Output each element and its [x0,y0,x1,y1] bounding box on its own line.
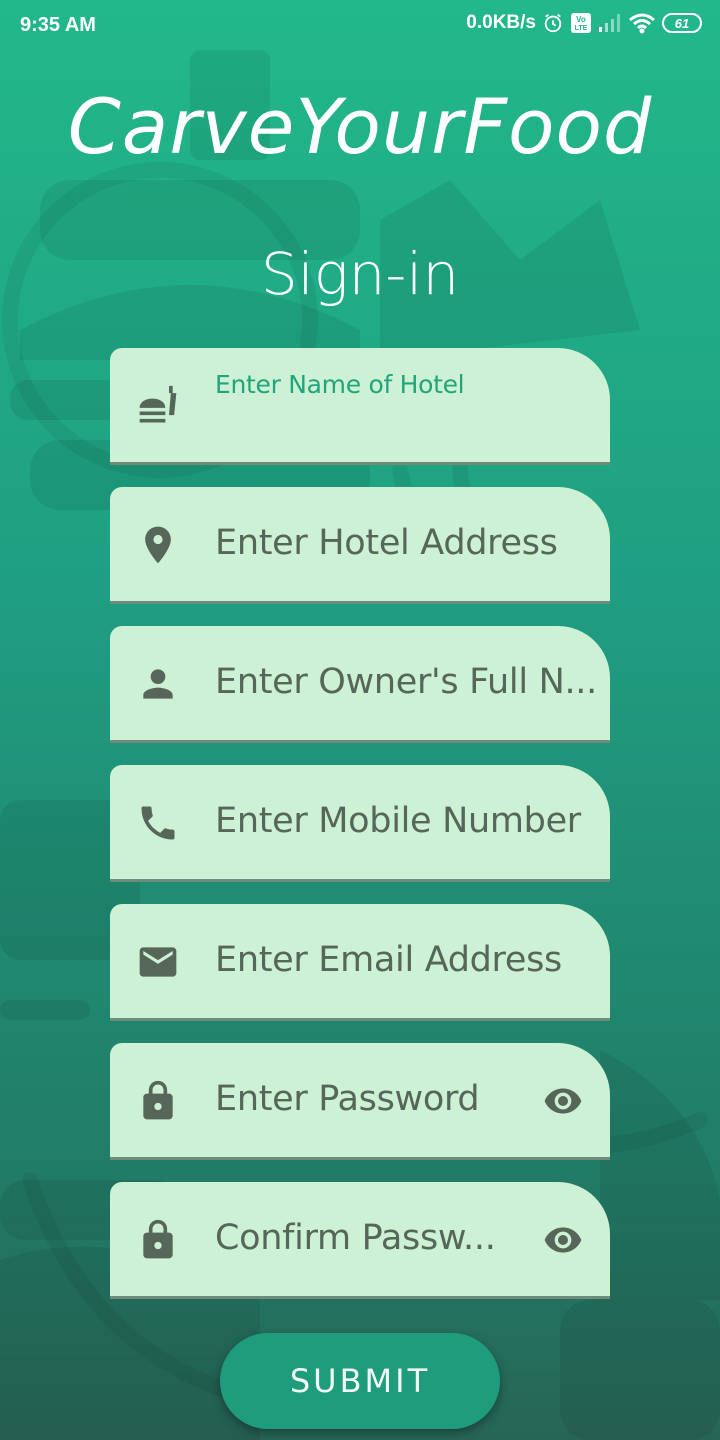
alarm-icon [542,12,564,34]
hotel-address-field[interactable]: Enter Hotel Address [110,487,610,604]
battery-icon: 61 [662,13,702,33]
network-speed: 0.0KB/s [466,12,536,33]
email-field[interactable]: Enter Email Address [110,904,610,1021]
hotel-name-field[interactable]: Enter Name of Hotel [110,348,610,465]
volte-icon: Vo LTE [570,12,592,34]
hotel-address-placeholder: Enter Hotel Address [215,523,558,563]
owner-name-placeholder: Enter Owner's Full N... [215,662,597,702]
phone-icon [141,806,175,840]
email-icon [139,947,177,977]
submit-button[interactable]: SUBMIT [220,1333,500,1429]
app-title: CarveYourFood [67,82,653,171]
svg-text:Vo: Vo [576,15,586,24]
lock-icon [143,1219,173,1259]
lock-icon [143,1080,173,1120]
eye-icon[interactable] [540,1220,586,1260]
status-bar: 9:35 AM 0.0KB/s Vo LTE 61 [0,0,720,52]
email-placeholder: Enter Email Address [215,940,562,980]
status-time: 9:35 AM [20,14,96,36]
location-pin-icon [145,526,171,564]
svg-text:LTE: LTE [575,25,588,32]
owner-name-field[interactable]: Enter Owner's Full N... [110,626,610,743]
person-icon [143,669,173,699]
confirm-password-field[interactable]: Confirm Passw... [110,1182,610,1299]
signal-icon [598,13,622,33]
wifi-icon [628,12,656,34]
eye-icon[interactable] [540,1081,586,1121]
password-field[interactable]: Enter Password [110,1043,610,1160]
hotel-name-label: Enter Name of Hotel [215,370,465,399]
mobile-number-field[interactable]: Enter Mobile Number [110,765,610,882]
password-placeholder: Enter Password [215,1079,480,1119]
mobile-number-placeholder: Enter Mobile Number [215,801,581,841]
page-title: Sign-in [260,240,460,308]
confirm-password-placeholder: Confirm Passw... [215,1218,496,1258]
fastfood-icon [139,385,177,423]
